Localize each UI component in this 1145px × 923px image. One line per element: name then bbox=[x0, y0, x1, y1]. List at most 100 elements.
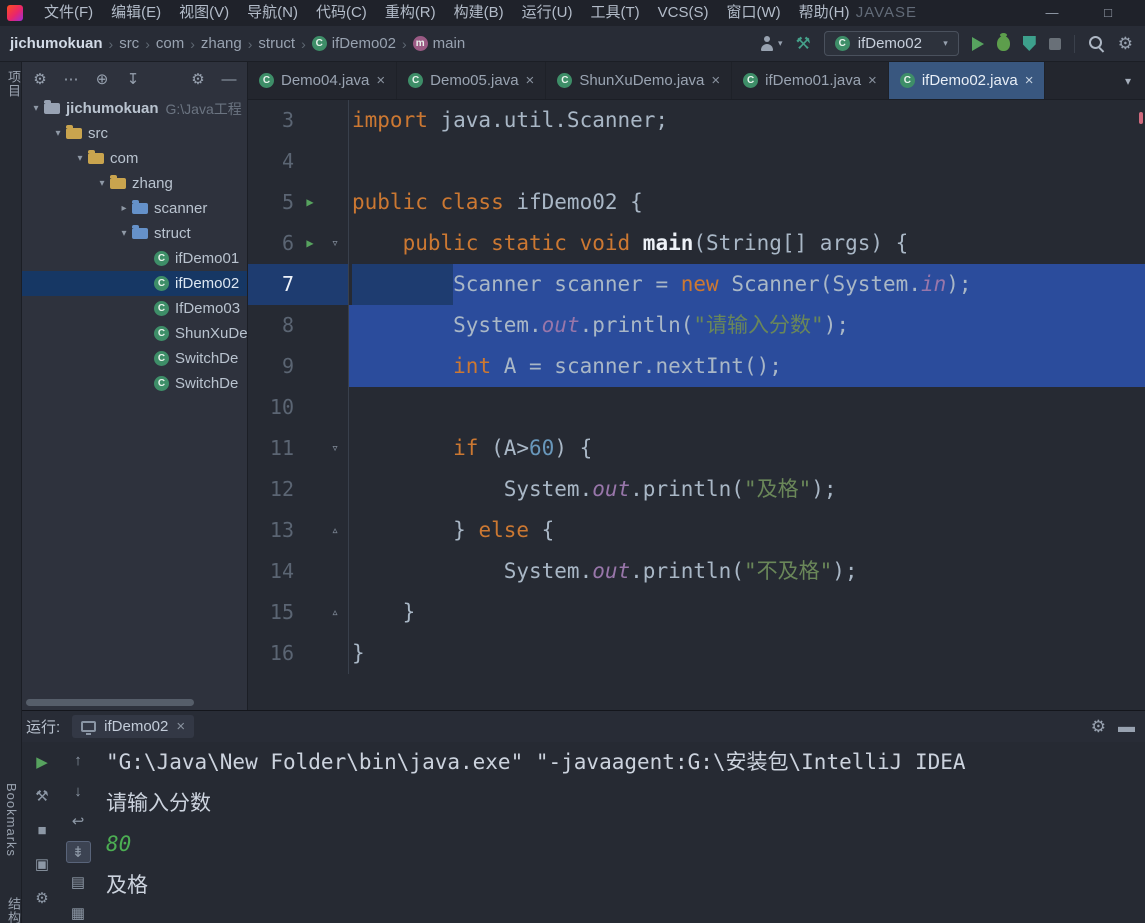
run-button[interactable] bbox=[971, 36, 984, 51]
maximize-button[interactable]: □ bbox=[1101, 0, 1115, 26]
gutter[interactable]: 7 bbox=[248, 264, 349, 305]
print-icon[interactable]: ▤ bbox=[66, 872, 91, 893]
screenshot-icon[interactable]: ▣ bbox=[30, 852, 55, 877]
menu-item[interactable]: 构建(B) bbox=[445, 0, 513, 26]
gutter[interactable]: 8 bbox=[248, 305, 349, 346]
tree-item-ifDemo02[interactable]: CifDemo02 bbox=[22, 271, 247, 296]
rerun-button[interactable]: ▶ bbox=[30, 750, 55, 775]
menu-item[interactable]: 代码(C) bbox=[307, 0, 376, 26]
soft-wrap-icon[interactable]: ↩ bbox=[66, 811, 91, 832]
panel-more-icon[interactable]: ⋯ bbox=[62, 72, 80, 87]
debug-button[interactable] bbox=[996, 33, 1010, 51]
gutter[interactable]: 6 ▶ ▿ bbox=[248, 223, 349, 264]
tree-chevron[interactable]: ▾ bbox=[94, 178, 110, 189]
run-settings-gear-icon[interactable]: ⚙ bbox=[1091, 718, 1106, 735]
tab-close-icon[interactable]: × bbox=[1025, 73, 1034, 88]
stop-button[interactable] bbox=[1048, 37, 1061, 50]
hide-run-panel-icon[interactable]: ▬ bbox=[1118, 718, 1135, 735]
breadcrumb-item-main[interactable]: m main bbox=[412, 35, 465, 52]
tree-item-scanner[interactable]: ▸ scanner bbox=[22, 196, 247, 221]
code-text[interactable]: System. out .println("请输入分数"); bbox=[349, 305, 1145, 346]
fold-marker[interactable]: ▿ bbox=[322, 223, 348, 264]
code-text[interactable] bbox=[349, 141, 1145, 182]
user-menu-button[interactable]: ▾ bbox=[759, 36, 783, 51]
collapse-all-icon[interactable]: ↧ bbox=[124, 72, 142, 87]
build-tool-icon[interactable]: ⚒ bbox=[30, 784, 55, 809]
scroll-to-end-icon[interactable]: ⇟ bbox=[65, 841, 91, 864]
tree-item-SwitchDe[interactable]: C SwitchDe bbox=[22, 371, 247, 396]
gutter[interactable]: 5 ▶ bbox=[248, 182, 349, 223]
breadcrumb-item-com[interactable]: com bbox=[156, 35, 184, 52]
run-gear-icon[interactable]: ⚙ bbox=[30, 886, 55, 911]
menu-item[interactable]: 文件(F) bbox=[35, 0, 102, 26]
fold-marker[interactable]: ▿ bbox=[322, 428, 348, 469]
run-line-icon[interactable]: ▶ bbox=[298, 223, 322, 264]
code-text[interactable]: System. out .println("及格"); bbox=[349, 469, 1145, 510]
code-text[interactable]: System. out .println("不及格"); bbox=[349, 551, 1145, 592]
gutter[interactable]: 13 ▵ bbox=[248, 510, 349, 551]
breadcrumb-item-zhang[interactable]: zhang bbox=[201, 35, 242, 52]
tree-item-ifDemo01[interactable]: CifDemo01 bbox=[22, 246, 247, 271]
code-text[interactable]: Scanner scanner = new Scanner(System.in)… bbox=[349, 264, 1145, 305]
code-text[interactable]: } bbox=[349, 633, 1145, 674]
hidden-tabs-icon[interactable]: ▾ bbox=[1111, 62, 1145, 99]
editor-tab-Demo04.java[interactable]: C Demo04.java × bbox=[248, 62, 398, 99]
code-text[interactable] bbox=[349, 387, 1145, 428]
menu-item[interactable]: 导航(N) bbox=[238, 0, 307, 26]
tree-chevron[interactable]: ▾ bbox=[28, 103, 44, 114]
gutter[interactable]: 15 ▵ bbox=[248, 592, 349, 633]
code-area[interactable]: 3 import java.util.Scanner; 4 5 ▶ public clas… bbox=[248, 100, 1145, 710]
fold-marker[interactable]: ▵ bbox=[322, 592, 348, 633]
locate-file-icon[interactable]: ⊕ bbox=[93, 72, 111, 87]
tool-window-button-project[interactable]: 项目 bbox=[4, 70, 23, 98]
code-text[interactable]: } bbox=[349, 592, 1145, 633]
stop-button[interactable]: ■ bbox=[30, 818, 55, 843]
gutter[interactable]: 11 ▿ bbox=[248, 428, 349, 469]
tree-item-IfDemo03[interactable]: C IfDemo03 bbox=[22, 296, 247, 321]
menu-item[interactable]: 窗口(W) bbox=[717, 0, 789, 26]
editor-tab-Demo05.java[interactable]: C Demo05.java × bbox=[397, 62, 547, 99]
tab-close-icon[interactable]: × bbox=[526, 73, 535, 88]
gutter[interactable]: 9 bbox=[248, 346, 349, 387]
gutter[interactable]: 10 bbox=[248, 387, 349, 428]
minimize-button[interactable]: — bbox=[1045, 0, 1059, 26]
tree-chevron[interactable]: ▾ bbox=[50, 128, 66, 139]
code-text[interactable]: } else { bbox=[349, 510, 1145, 551]
down-stack-trace-icon[interactable]: ↓ bbox=[66, 780, 91, 801]
code-text[interactable]: public class ifDemo02 { bbox=[349, 182, 1145, 223]
menu-item[interactable]: 运行(U) bbox=[513, 0, 582, 26]
run-config-select[interactable]: C ifDemo02 ▾ bbox=[823, 31, 959, 56]
code-text[interactable]: public static void main (String[] args) { bbox=[349, 223, 1145, 264]
panel-menu-gear-icon[interactable]: ⚙ bbox=[31, 72, 49, 87]
code-text[interactable]: import java.util.Scanner; bbox=[349, 100, 1145, 141]
app-logo-icon[interactable] bbox=[7, 5, 23, 21]
tree-item-src[interactable]: ▾ src bbox=[22, 121, 247, 146]
tree-item-ShunXuDe[interactable]: C ShunXuDe bbox=[22, 321, 247, 346]
up-stack-trace-icon[interactable]: ↑ bbox=[66, 750, 91, 771]
gutter[interactable]: 16 bbox=[248, 633, 349, 674]
gutter[interactable]: 3 bbox=[248, 100, 349, 141]
fold-marker[interactable]: ▵ bbox=[322, 510, 348, 551]
editor-tab-ifDemo02.java[interactable]: CifDemo02.java × bbox=[888, 62, 1046, 99]
tree-item-SwitchDe[interactable]: C SwitchDe bbox=[22, 346, 247, 371]
tree-item-struct[interactable]: ▾ struct bbox=[22, 221, 247, 246]
breadcrumb-item-struct[interactable]: struct bbox=[258, 35, 295, 52]
breadcrumb-item-src[interactable]: src bbox=[119, 35, 139, 52]
build-hammer-icon[interactable]: ⚒ bbox=[796, 34, 811, 54]
menu-item[interactable]: 编辑(E) bbox=[102, 0, 170, 26]
editor-tab-ifDemo01.java[interactable]: CifDemo01.java × bbox=[732, 62, 889, 99]
menu-item[interactable]: 工具(T) bbox=[581, 0, 648, 26]
menu-item[interactable]: VCS(S) bbox=[649, 0, 718, 26]
tree-item-jichumokuan[interactable]: ▾ jichumokuan G:\Java工程 bbox=[22, 96, 247, 121]
menu-item[interactable]: 视图(V) bbox=[170, 0, 238, 26]
hide-panel-icon[interactable]: — bbox=[220, 72, 238, 87]
coverage-button[interactable] bbox=[1022, 36, 1036, 51]
run-tab-close-icon[interactable]: × bbox=[176, 719, 185, 734]
panel-settings-gear-icon[interactable]: ⚙ bbox=[189, 72, 207, 87]
run-tab[interactable]: ifDemo02 × bbox=[72, 715, 195, 738]
tree-item-zhang[interactable]: ▾ zhang bbox=[22, 171, 247, 196]
gutter[interactable]: 4 bbox=[248, 141, 349, 182]
gutter[interactable]: 14 bbox=[248, 551, 349, 592]
project-hscrollbar[interactable] bbox=[26, 699, 194, 706]
menu-item[interactable]: 重构(R) bbox=[376, 0, 445, 26]
